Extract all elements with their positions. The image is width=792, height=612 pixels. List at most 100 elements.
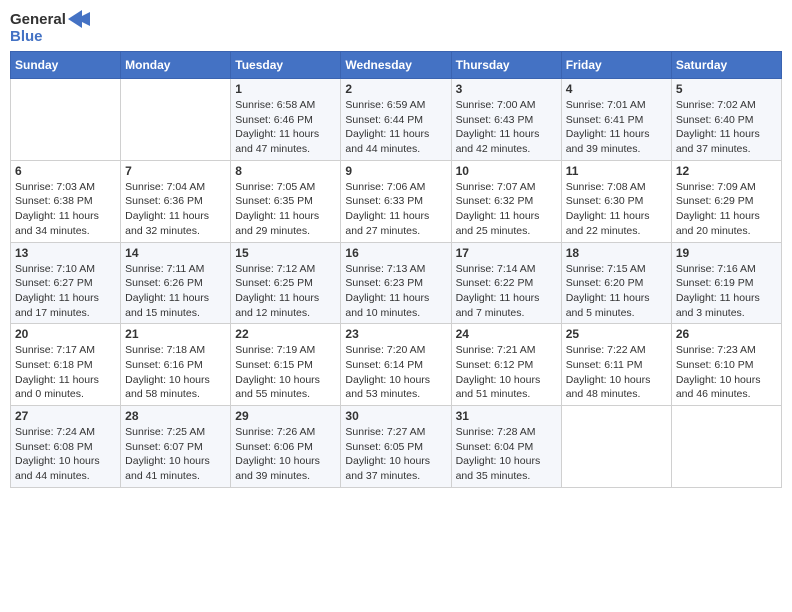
day-number: 17 [456, 246, 557, 260]
day-info: Sunrise: 6:59 AM Sunset: 6:44 PM Dayligh… [345, 98, 446, 157]
calendar-cell: 8 Sunrise: 7:05 AM Sunset: 6:35 PM Daylig… [231, 160, 341, 242]
calendar-cell: 11 Sunrise: 7:08 AM Sunset: 6:30 PM Dayli… [561, 160, 671, 242]
day-info: Sunrise: 7:23 AM Sunset: 6:10 PM Dayligh… [676, 343, 777, 402]
calendar-cell: 2 Sunrise: 6:59 AM Sunset: 6:44 PM Daylig… [341, 79, 451, 161]
day-info: Sunrise: 7:15 AM Sunset: 6:20 PM Dayligh… [566, 262, 667, 321]
day-info: Sunrise: 7:10 AM Sunset: 6:27 PM Dayligh… [15, 262, 116, 321]
calendar-cell: 7 Sunrise: 7:04 AM Sunset: 6:36 PM Daylig… [121, 160, 231, 242]
calendar-cell: 22 Sunrise: 7:19 AM Sunset: 6:15 PM Dayli… [231, 324, 341, 406]
day-number: 21 [125, 327, 226, 341]
day-info: Sunrise: 7:01 AM Sunset: 6:41 PM Dayligh… [566, 98, 667, 157]
calendar-cell: 20 Sunrise: 7:17 AM Sunset: 6:18 PM Dayli… [11, 324, 121, 406]
day-number: 7 [125, 164, 226, 178]
day-of-week-header: Tuesday [231, 52, 341, 79]
calendar-cell: 24Sunrise: 7:21 AM Sunset: 6:12 PM Dayli… [451, 324, 561, 406]
day-number: 30 [345, 409, 446, 423]
logo-general: General [10, 11, 66, 28]
calendar-cell: 5Sunrise: 7:02 AM Sunset: 6:40 PM Daylig… [671, 79, 781, 161]
calendar-cell [561, 406, 671, 488]
day-number: 31 [456, 409, 557, 423]
calendar-cell: 13 Sunrise: 7:10 AM Sunset: 6:27 PM Dayli… [11, 242, 121, 324]
day-number: 25 [566, 327, 667, 341]
calendar-cell: 16Sunrise: 7:13 AM Sunset: 6:23 PM Dayli… [341, 242, 451, 324]
calendar-week-row: 6Sunrise: 7:03 AM Sunset: 6:38 PM Daylig… [11, 160, 782, 242]
calendar-cell: 30 Sunrise: 7:27 AM Sunset: 6:05 PM Dayli… [341, 406, 451, 488]
calendar-cell [11, 79, 121, 161]
calendar-table: SundayMondayTuesdayWednesdayThursdayFrid… [10, 51, 782, 488]
day-number: 9 [345, 164, 446, 178]
page-header: General Blue [10, 10, 782, 45]
day-info: Sunrise: 7:11 AM Sunset: 6:26 PM Dayligh… [125, 262, 226, 321]
day-number: 15 [235, 246, 336, 260]
day-number: 14 [125, 246, 226, 260]
day-of-week-header: Wednesday [341, 52, 451, 79]
day-info: Sunrise: 7:18 AM Sunset: 6:16 PM Dayligh… [125, 343, 226, 402]
day-info: Sunrise: 7:14 AM Sunset: 6:22 PM Dayligh… [456, 262, 557, 321]
calendar-week-row: 1 Sunrise: 6:58 AM Sunset: 6:46 PM Daylig… [11, 79, 782, 161]
day-info: Sunrise: 7:21 AM Sunset: 6:12 PM Dayligh… [456, 343, 557, 402]
day-info: Sunrise: 7:06 AM Sunset: 6:33 PM Dayligh… [345, 180, 446, 239]
calendar-cell: 31 Sunrise: 7:28 AM Sunset: 6:04 PM Dayli… [451, 406, 561, 488]
day-info: Sunrise: 7:13 AM Sunset: 6:23 PM Dayligh… [345, 262, 446, 321]
day-number: 1 [235, 82, 336, 96]
calendar-cell: 15 Sunrise: 7:12 AM Sunset: 6:25 PM Dayli… [231, 242, 341, 324]
calendar-cell: 29 Sunrise: 7:26 AM Sunset: 6:06 PM Dayli… [231, 406, 341, 488]
calendar-week-row: 20 Sunrise: 7:17 AM Sunset: 6:18 PM Dayli… [11, 324, 782, 406]
calendar-cell: 14 Sunrise: 7:11 AM Sunset: 6:26 PM Dayli… [121, 242, 231, 324]
calendar-cell [121, 79, 231, 161]
calendar-cell: 4 Sunrise: 7:01 AM Sunset: 6:41 PM Daylig… [561, 79, 671, 161]
day-number: 18 [566, 246, 667, 260]
calendar-week-row: 13 Sunrise: 7:10 AM Sunset: 6:27 PM Dayli… [11, 242, 782, 324]
calendar-cell: 1 Sunrise: 6:58 AM Sunset: 6:46 PM Daylig… [231, 79, 341, 161]
day-info: Sunrise: 7:19 AM Sunset: 6:15 PM Dayligh… [235, 343, 336, 402]
logo: General Blue [10, 10, 90, 45]
day-number: 26 [676, 327, 777, 341]
day-info: Sunrise: 7:17 AM Sunset: 6:18 PM Dayligh… [15, 343, 116, 402]
calendar-cell: 26 Sunrise: 7:23 AM Sunset: 6:10 PM Dayli… [671, 324, 781, 406]
day-info: Sunrise: 7:04 AM Sunset: 6:36 PM Dayligh… [125, 180, 226, 239]
day-info: Sunrise: 7:09 AM Sunset: 6:29 PM Dayligh… [676, 180, 777, 239]
day-info: Sunrise: 7:12 AM Sunset: 6:25 PM Dayligh… [235, 262, 336, 321]
day-info: Sunrise: 7:20 AM Sunset: 6:14 PM Dayligh… [345, 343, 446, 402]
calendar-cell: 19 Sunrise: 7:16 AM Sunset: 6:19 PM Dayli… [671, 242, 781, 324]
calendar-cell: 23 Sunrise: 7:20 AM Sunset: 6:14 PM Dayli… [341, 324, 451, 406]
calendar-cell: 18 Sunrise: 7:15 AM Sunset: 6:20 PM Dayli… [561, 242, 671, 324]
day-of-week-header: Monday [121, 52, 231, 79]
day-of-week-header: Friday [561, 52, 671, 79]
calendar-cell: 6Sunrise: 7:03 AM Sunset: 6:38 PM Daylig… [11, 160, 121, 242]
day-info: Sunrise: 7:08 AM Sunset: 6:30 PM Dayligh… [566, 180, 667, 239]
day-info: Sunrise: 7:24 AM Sunset: 6:08 PM Dayligh… [15, 425, 116, 484]
day-number: 8 [235, 164, 336, 178]
day-number: 19 [676, 246, 777, 260]
calendar-cell: 27Sunrise: 7:24 AM Sunset: 6:08 PM Dayli… [11, 406, 121, 488]
day-number: 20 [15, 327, 116, 341]
day-info: Sunrise: 7:28 AM Sunset: 6:04 PM Dayligh… [456, 425, 557, 484]
day-number: 11 [566, 164, 667, 178]
day-number: 2 [345, 82, 446, 96]
day-info: Sunrise: 7:25 AM Sunset: 6:07 PM Dayligh… [125, 425, 226, 484]
day-info: Sunrise: 7:26 AM Sunset: 6:06 PM Dayligh… [235, 425, 336, 484]
day-info: Sunrise: 7:22 AM Sunset: 6:11 PM Dayligh… [566, 343, 667, 402]
day-number: 6 [15, 164, 116, 178]
day-info: Sunrise: 6:58 AM Sunset: 6:46 PM Dayligh… [235, 98, 336, 157]
day-number: 22 [235, 327, 336, 341]
day-number: 10 [456, 164, 557, 178]
calendar-cell: 12 Sunrise: 7:09 AM Sunset: 6:29 PM Dayli… [671, 160, 781, 242]
day-of-week-header: Sunday [11, 52, 121, 79]
day-number: 4 [566, 82, 667, 96]
day-info: Sunrise: 7:05 AM Sunset: 6:35 PM Dayligh… [235, 180, 336, 239]
day-number: 29 [235, 409, 336, 423]
calendar-cell: 17 Sunrise: 7:14 AM Sunset: 6:22 PM Dayli… [451, 242, 561, 324]
day-number: 3 [456, 82, 557, 96]
day-number: 13 [15, 246, 116, 260]
day-number: 23 [345, 327, 446, 341]
calendar-header-row: SundayMondayTuesdayWednesdayThursdayFrid… [11, 52, 782, 79]
calendar-cell: 25 Sunrise: 7:22 AM Sunset: 6:11 PM Dayli… [561, 324, 671, 406]
day-number: 12 [676, 164, 777, 178]
logo-bird-icon [68, 10, 90, 28]
day-info: Sunrise: 7:00 AM Sunset: 6:43 PM Dayligh… [456, 98, 557, 157]
day-info: Sunrise: 7:27 AM Sunset: 6:05 PM Dayligh… [345, 425, 446, 484]
day-of-week-header: Thursday [451, 52, 561, 79]
day-info: Sunrise: 7:16 AM Sunset: 6:19 PM Dayligh… [676, 262, 777, 321]
calendar-cell: 3 Sunrise: 7:00 AM Sunset: 6:43 PM Daylig… [451, 79, 561, 161]
